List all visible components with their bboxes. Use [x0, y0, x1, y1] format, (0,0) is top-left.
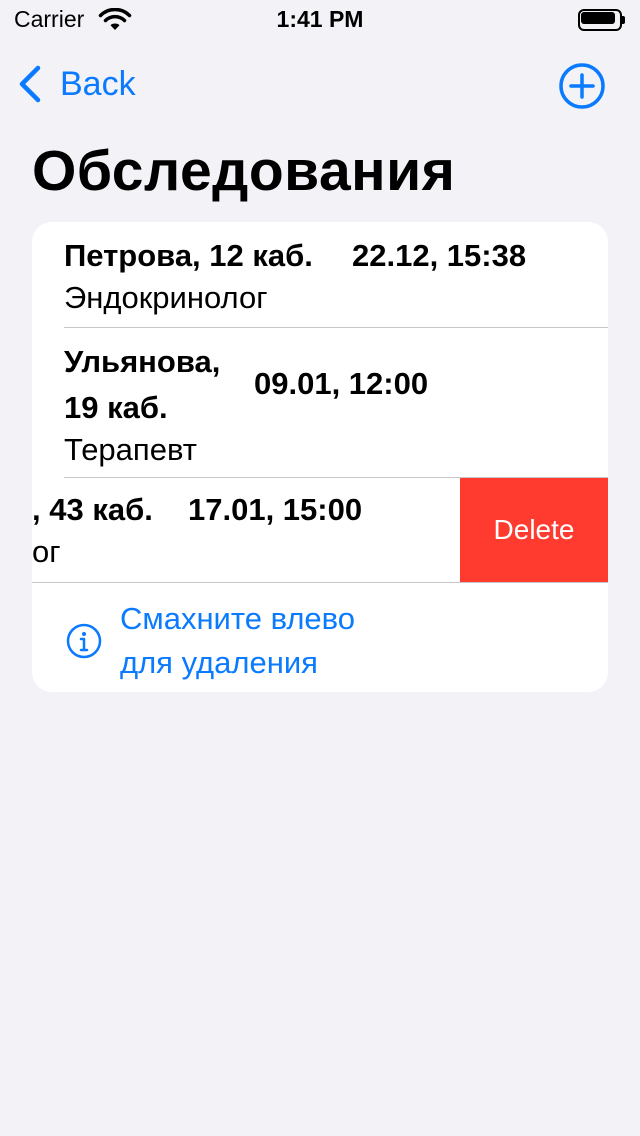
hint-text: Смахните влево для удаления [120, 597, 420, 685]
doctor-name: , 43 каб. [32, 492, 153, 527]
appointment-datetime: 17.01, 15:00 [188, 492, 363, 527]
clock: 1:41 PM [276, 6, 364, 32]
hint-line2: для удаления [120, 645, 318, 680]
list-item[interactable]: Петрова, 12 каб. 22.12, 15:38 Эндокринол… [32, 222, 608, 327]
doctor-name-line2: 19 каб. [64, 390, 168, 425]
battery-icon [578, 9, 626, 31]
info-circle-icon [66, 623, 102, 659]
hint-line1: Смахните влево [120, 601, 356, 636]
list-item[interactable]: Ульянова, 19 каб. 09.01, 12:00 Терапевт [32, 328, 608, 477]
back-label: Back [60, 64, 136, 103]
plus-circle-icon[interactable] [558, 62, 606, 110]
doctor-name: Петрова, 12 каб. [64, 238, 313, 273]
specialty: Эндокринолог [64, 280, 268, 315]
back-button[interactable]: Back [16, 60, 136, 108]
swipe-hint: Смахните влево для удаления [32, 583, 608, 692]
specialty: Терапевт [64, 432, 197, 467]
appointment-datetime: 09.01, 12:00 [254, 366, 429, 401]
page-title: Обследования [32, 139, 456, 203]
appointment-datetime: 22.12, 15:38 [352, 238, 527, 273]
specialty: ог [32, 534, 61, 569]
delete-button[interactable]: Delete [460, 478, 608, 582]
status-bar: Carrier 1:41 PM [0, 0, 640, 40]
appointments-list: Петрова, 12 каб. 22.12, 15:38 Эндокринол… [32, 222, 608, 692]
doctor-name-line1: Ульянова, [64, 344, 221, 379]
chevron-left-icon [19, 65, 41, 103]
